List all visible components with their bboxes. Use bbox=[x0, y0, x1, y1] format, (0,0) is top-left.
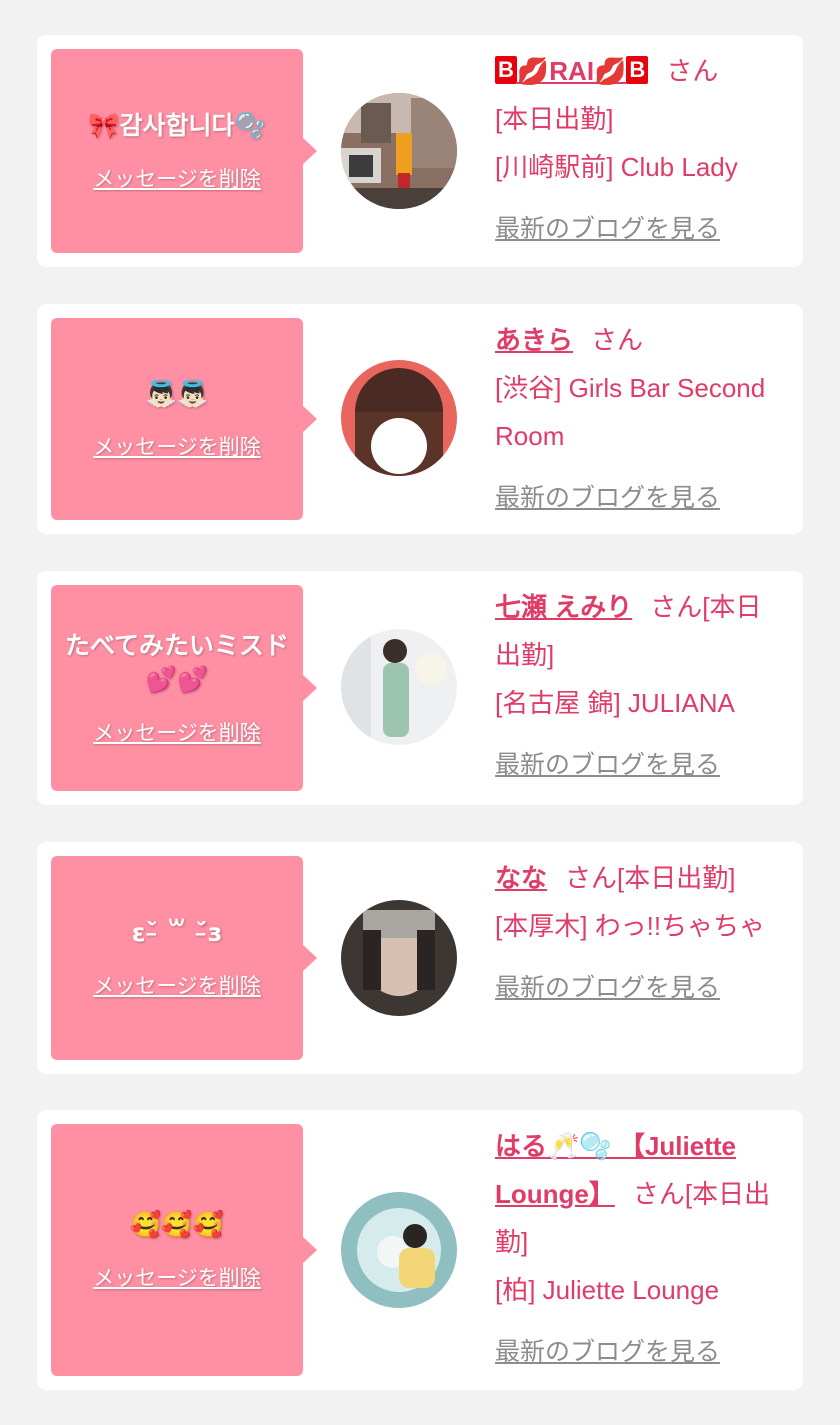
message-bubble: たべてみたいミスド💕💕 メッセージを削除 bbox=[51, 585, 317, 791]
message-text: 👼🏻👼🏻 bbox=[145, 379, 209, 408]
avatar[interactable] bbox=[341, 93, 457, 209]
shop-name: [川崎駅前] Club Lady bbox=[495, 152, 738, 182]
delete-message-link[interactable]: メッセージを削除 bbox=[93, 970, 261, 1000]
delete-message-link[interactable]: メッセージを削除 bbox=[93, 1262, 261, 1292]
avatar[interactable] bbox=[341, 1192, 457, 1308]
view-blog-link[interactable]: 最新のブログを見る bbox=[495, 1328, 720, 1376]
message-card: 🎀감사합니다🫧 メッセージを削除 B 💋RAI💋 B さん [本日出勤] [川崎駅前] bbox=[37, 35, 803, 267]
avatar[interactable] bbox=[341, 360, 457, 476]
shift-status: [本日出勤] bbox=[495, 104, 614, 134]
honorific: さん bbox=[591, 325, 644, 355]
profile-name-link[interactable]: 七瀬 えみり bbox=[495, 592, 632, 622]
profile-info: あきら さん [渋谷] Girls Bar Second Room 最新のブログを… bbox=[495, 316, 785, 522]
view-blog-link[interactable]: 最新のブログを見る bbox=[495, 205, 720, 253]
shop-name: [柏] Juliette Lounge bbox=[495, 1275, 720, 1305]
profile-info: なな さん[本日出勤] [本厚木] わっ!!ちゃちゃ 最新のブログを見る bbox=[495, 854, 785, 1012]
message-text: たべてみたいミスド💕💕 bbox=[65, 631, 290, 694]
message-card: 🥰🥰🥰 メッセージを削除 はる🥂🫧 【Juliette Lounge】 さん[本日… bbox=[37, 1110, 803, 1390]
message-text: ε˘̵̀ ꒳ ˘̵́з bbox=[131, 918, 223, 947]
message-card: 👼🏻👼🏻 メッセージを削除 あきら さん [渋谷] Girls Bar Secon… bbox=[37, 304, 803, 534]
honorific: さん bbox=[666, 56, 719, 86]
profile-name-link[interactable]: B 💋RAI💋 B bbox=[495, 56, 649, 86]
message-list: 🎀감사합니다🫧 メッセージを削除 B 💋RAI💋 B さん [本日出勤] [川崎駅前] bbox=[0, 0, 840, 1425]
delete-message-link[interactable]: メッセージを削除 bbox=[93, 163, 261, 193]
message-bubble: ε˘̵̀ ꒳ ˘̵́з メッセージを削除 bbox=[51, 856, 317, 1060]
message-bubble: 🎀감사합니다🫧 メッセージを削除 bbox=[51, 49, 317, 253]
profile-name-link[interactable]: あきら bbox=[495, 325, 573, 355]
avatar[interactable] bbox=[341, 900, 457, 1016]
view-blog-link[interactable]: 最新のブログを見る bbox=[495, 964, 720, 1012]
profile-info: はる🥂🫧 【Juliette Lounge】 さん[本日出勤] [柏] Julie… bbox=[495, 1122, 785, 1376]
profile-info: 七瀬 えみり さん[本日出勤] [名古屋 錦] JULIANA 最新のブログを見る bbox=[495, 583, 785, 789]
delete-message-link[interactable]: メッセージを削除 bbox=[93, 431, 261, 461]
view-blog-link[interactable]: 最新のブログを見る bbox=[495, 741, 720, 789]
message-bubble: 👼🏻👼🏻 メッセージを削除 bbox=[51, 318, 317, 520]
shop-name: [渋谷] Girls Bar Second Room bbox=[495, 373, 766, 451]
shop-name: [本厚木] わっ!!ちゃちゃ bbox=[495, 911, 766, 941]
message-text: 🎀감사합니다🫧 bbox=[88, 111, 266, 140]
message-bubble: 🥰🥰🥰 メッセージを削除 bbox=[51, 1124, 317, 1376]
message-card: たべてみたいミスド💕💕 メッセージを削除 七瀬 えみり さん[本日出勤] [名古屋… bbox=[37, 571, 803, 805]
profile-name-link[interactable]: なな bbox=[495, 863, 547, 893]
profile-info: B 💋RAI💋 B さん [本日出勤] [川崎駅前] Club Lady 最新のブログ… bbox=[495, 47, 785, 253]
avatar[interactable] bbox=[341, 629, 457, 745]
view-blog-link[interactable]: 最新のブログを見る bbox=[495, 474, 720, 522]
honorific: さん[本日出勤] bbox=[565, 863, 736, 893]
message-card: ε˘̵̀ ꒳ ˘̵́з メッセージを削除 なな さん[本日出勤] [本厚木] わっ… bbox=[37, 842, 803, 1074]
message-text: 🥰🥰🥰 bbox=[130, 1210, 224, 1239]
shop-name: [名古屋 錦] JULIANA bbox=[495, 688, 735, 718]
delete-message-link[interactable]: メッセージを削除 bbox=[93, 717, 261, 747]
